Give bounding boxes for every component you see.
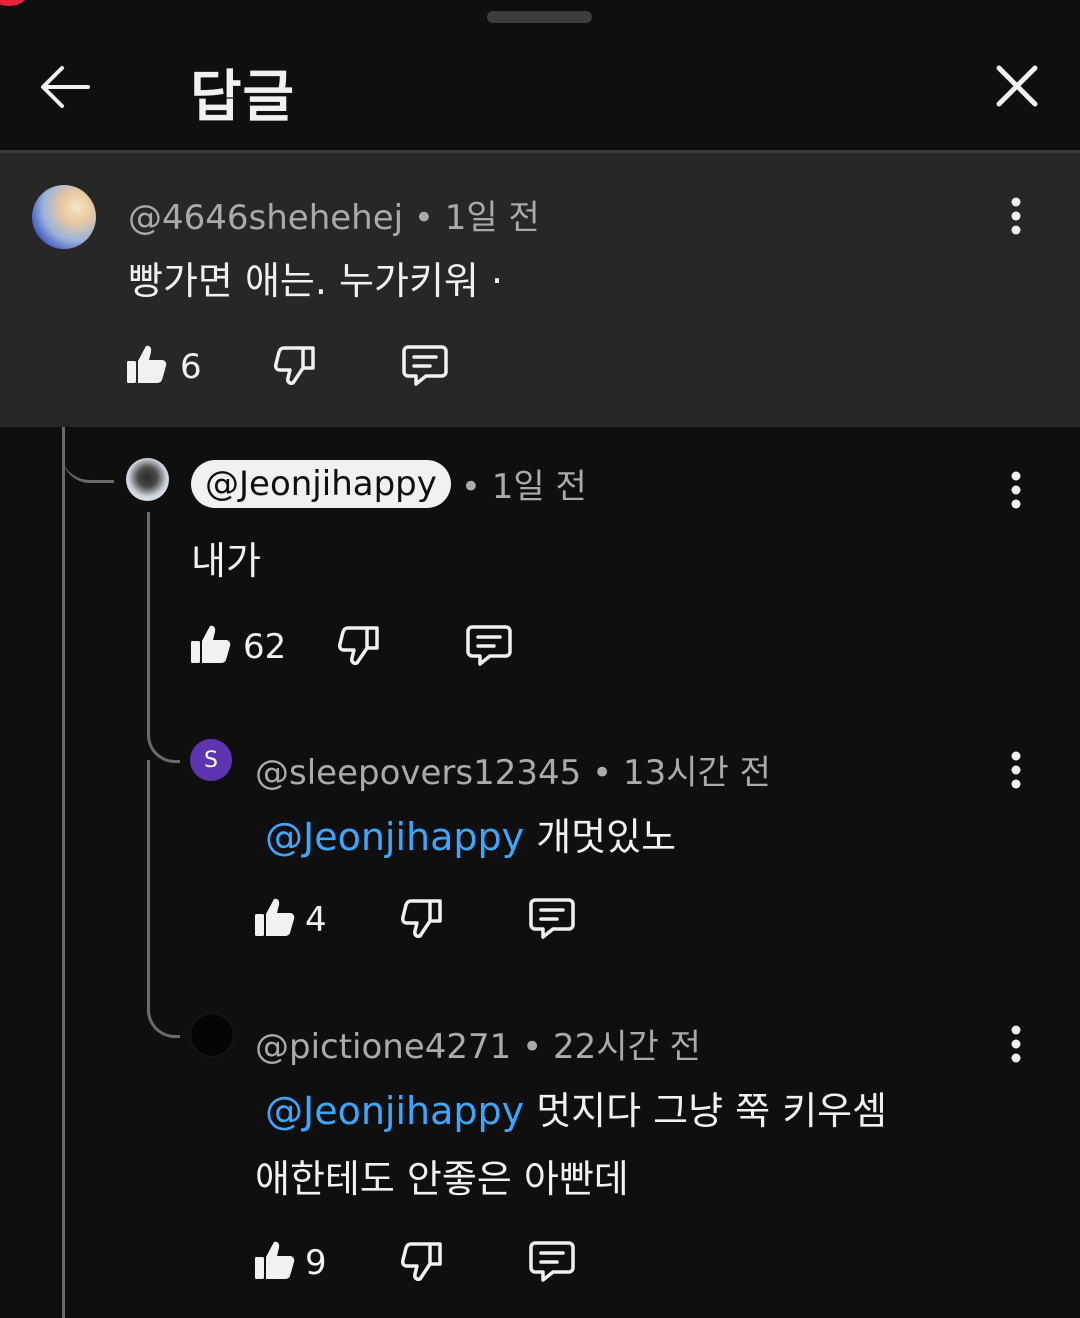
thread-line: [62, 428, 65, 1318]
author-name[interactable]: @pictione4271: [255, 1027, 511, 1067]
author-name[interactable]: @4646shehehej: [128, 198, 403, 238]
avatar[interactable]: S: [190, 739, 232, 781]
page-title: 답글: [190, 65, 296, 130]
reply-icon[interactable]: [529, 897, 575, 939]
comment-meta: @sleepovers12345 • 13시간 전: [255, 745, 771, 794]
dislike-icon[interactable]: [338, 624, 380, 666]
close-icon[interactable]: [995, 64, 1039, 108]
thread-line-nested: [147, 760, 150, 1015]
timestamp: • 1일 전: [460, 467, 587, 507]
comment-meta: @4646shehehej • 1일 전: [128, 190, 540, 239]
dislike-icon[interactable]: [401, 897, 443, 939]
timestamp: • 1일 전: [413, 198, 540, 238]
comment-text: 빵가면 애는. 누가키워 ·: [128, 259, 504, 303]
like-count: 9: [305, 1243, 327, 1283]
panel-header: [0, 0, 1080, 153]
like-count: 62: [243, 627, 287, 667]
thread-line-nested: [147, 512, 150, 707]
like-icon[interactable]: [125, 343, 167, 385]
avatar[interactable]: [32, 185, 96, 249]
like-icon[interactable]: [253, 1239, 295, 1281]
dislike-icon[interactable]: [401, 1240, 443, 1282]
reply-icon[interactable]: [466, 624, 512, 666]
more-vert-icon[interactable]: [1010, 1024, 1022, 1064]
thread-connector: [62, 428, 114, 483]
thread-connector: [147, 700, 180, 763]
like-icon[interactable]: [189, 623, 231, 665]
comment-text: 내가: [191, 539, 261, 583]
dislike-icon[interactable]: [274, 344, 316, 386]
avatar[interactable]: [126, 458, 169, 501]
reply-icon[interactable]: [529, 1240, 575, 1282]
back-arrow-icon[interactable]: [38, 60, 92, 114]
mention-link[interactable]: @Jeonjihappy: [265, 1089, 524, 1133]
comment-meta: @pictione4271 • 22시간 전: [255, 1019, 701, 1068]
more-vert-icon[interactable]: [1010, 196, 1022, 236]
thread-connector: [147, 990, 180, 1038]
comment-text: @Jeonjihappy 멋지다 그냥 쭉 키우셈: [265, 1089, 888, 1133]
avatar[interactable]: [190, 1013, 234, 1057]
author-name[interactable]: @sleepovers12345: [255, 753, 581, 793]
more-vert-icon[interactable]: [1010, 750, 1022, 790]
comment-meta: @Jeonjihappy • 1일 전: [191, 459, 587, 508]
like-icon[interactable]: [253, 896, 295, 938]
like-count: 6: [180, 347, 202, 387]
timestamp: • 22시간 전: [522, 1027, 701, 1067]
reply-icon[interactable]: [402, 344, 448, 386]
author-chip[interactable]: @Jeonjihappy: [191, 459, 451, 508]
more-vert-icon[interactable]: [1010, 470, 1022, 510]
like-count: 4: [305, 900, 327, 940]
mention-link[interactable]: @Jeonjihappy: [265, 815, 524, 859]
timestamp: • 13시간 전: [592, 753, 771, 793]
comment-text-line2: 애한테도 안좋은 아빤데: [255, 1157, 629, 1201]
comment-text: @Jeonjihappy 개멋있노: [265, 815, 677, 859]
